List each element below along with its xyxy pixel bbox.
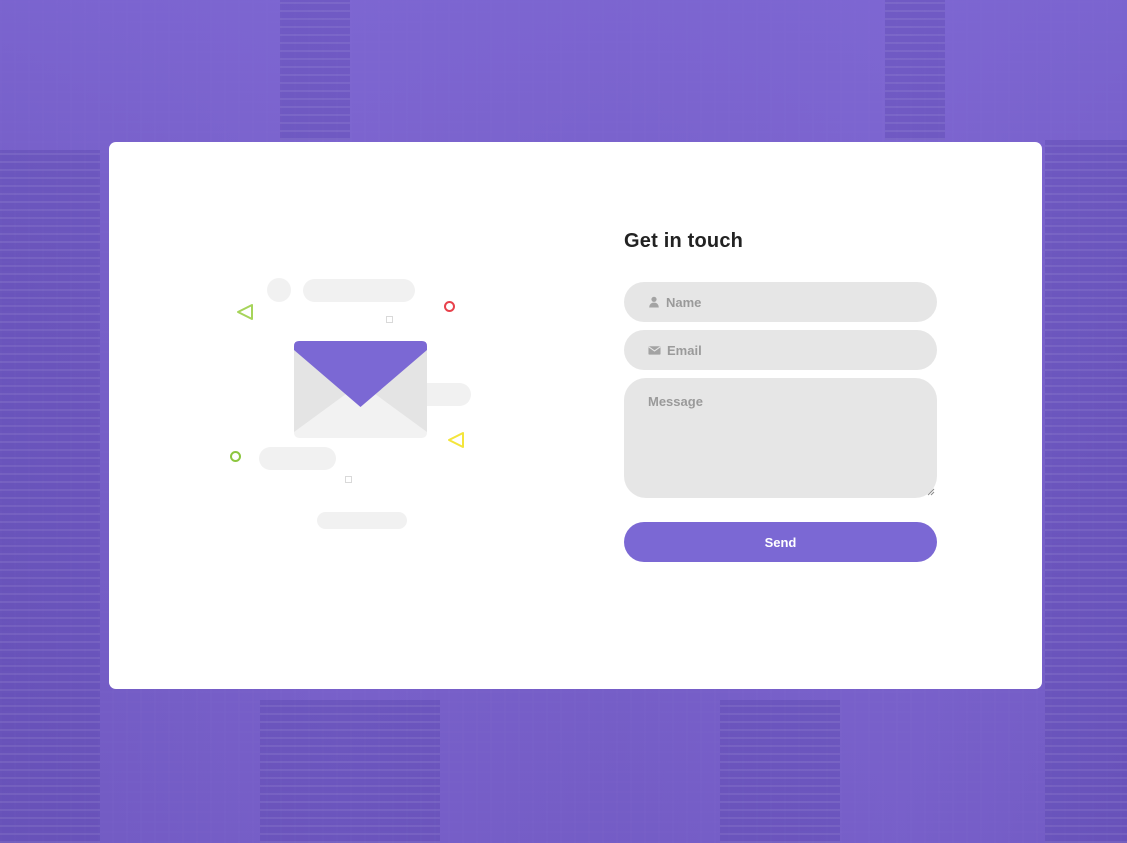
decor-square <box>386 316 393 323</box>
contact-card: Get in touch Name Email Message Send <box>109 142 1042 689</box>
send-button[interactable]: Send <box>624 522 937 562</box>
message-placeholder: Message <box>648 394 703 409</box>
decor-pill <box>259 447 336 470</box>
decor-pill <box>317 512 407 529</box>
envelope-icon <box>648 346 661 355</box>
decor-square <box>345 476 352 483</box>
decor-circle <box>267 278 291 302</box>
decor-ring-red <box>444 301 455 312</box>
envelope-icon <box>294 341 427 438</box>
contact-form: Get in touch Name Email Message Send <box>624 228 937 562</box>
name-placeholder: Name <box>666 294 702 310</box>
name-input[interactable]: Name <box>624 282 937 322</box>
email-placeholder: Email <box>667 342 702 358</box>
resize-handle-icon[interactable] <box>927 488 935 496</box>
email-input[interactable]: Email <box>624 330 937 370</box>
form-title: Get in touch <box>624 230 744 252</box>
mail-illustration <box>227 272 487 542</box>
message-textarea[interactable]: Message <box>624 378 937 498</box>
triangle-outline-yellow-icon <box>448 432 464 448</box>
user-icon <box>649 296 659 308</box>
decor-ring-green <box>230 451 241 462</box>
decor-pill <box>303 279 415 302</box>
triangle-outline-green-icon <box>237 304 253 320</box>
